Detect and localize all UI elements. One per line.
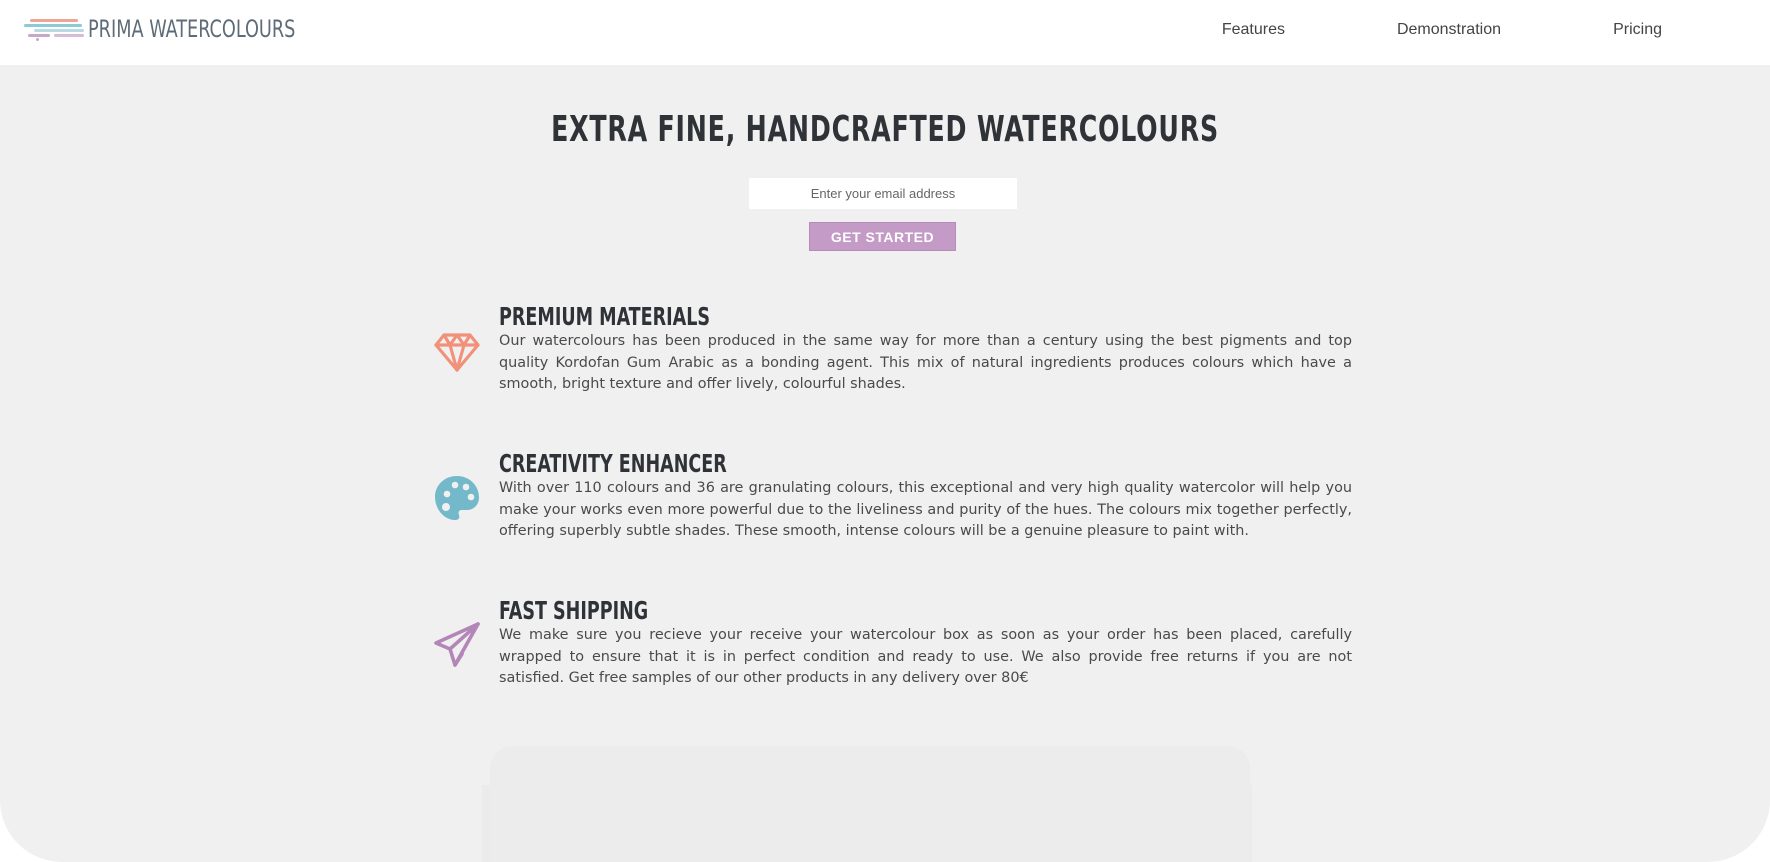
feature-description: Our watercolours has been produced in th… (499, 333, 1352, 392)
feature-description: We make sure you recieve your receive yo… (499, 627, 1352, 686)
feature-description: With over 110 colours and 36 are granula… (499, 480, 1352, 539)
feature-title: FAST SHIPPING (499, 596, 649, 625)
paper-plane-icon (434, 622, 480, 667)
video-placeholder (490, 746, 1250, 862)
main-content: EXTRA FINE, HANDCRAFTED WATERCOLOURS GET… (0, 65, 1770, 862)
email-input[interactable] (749, 178, 1017, 209)
get-started-button[interactable]: GET STARTED (809, 222, 956, 251)
hero-title: EXTRA FINE, HANDCRAFTED WATERCOLOURS (551, 109, 1219, 150)
site-header: PRIMA WATERCOLOURS Features Demonstratio… (0, 0, 1770, 65)
feature-title: CREATIVITY ENHANCER (499, 449, 727, 478)
palette-icon (435, 476, 479, 520)
nav-link-pricing[interactable]: Pricing (1613, 21, 1662, 39)
nav-link-demonstration[interactable]: Demonstration (1397, 21, 1501, 39)
nav-link-features[interactable]: Features (1222, 21, 1285, 39)
diamond-icon (434, 333, 480, 372)
logo[interactable]: PRIMA WATERCOLOURS (24, 14, 341, 44)
logo-brush-strokes-icon (24, 17, 86, 41)
feature-title: PREMIUM MATERIALS (499, 302, 711, 331)
logo-text: PRIMA WATERCOLOURS (88, 15, 296, 43)
